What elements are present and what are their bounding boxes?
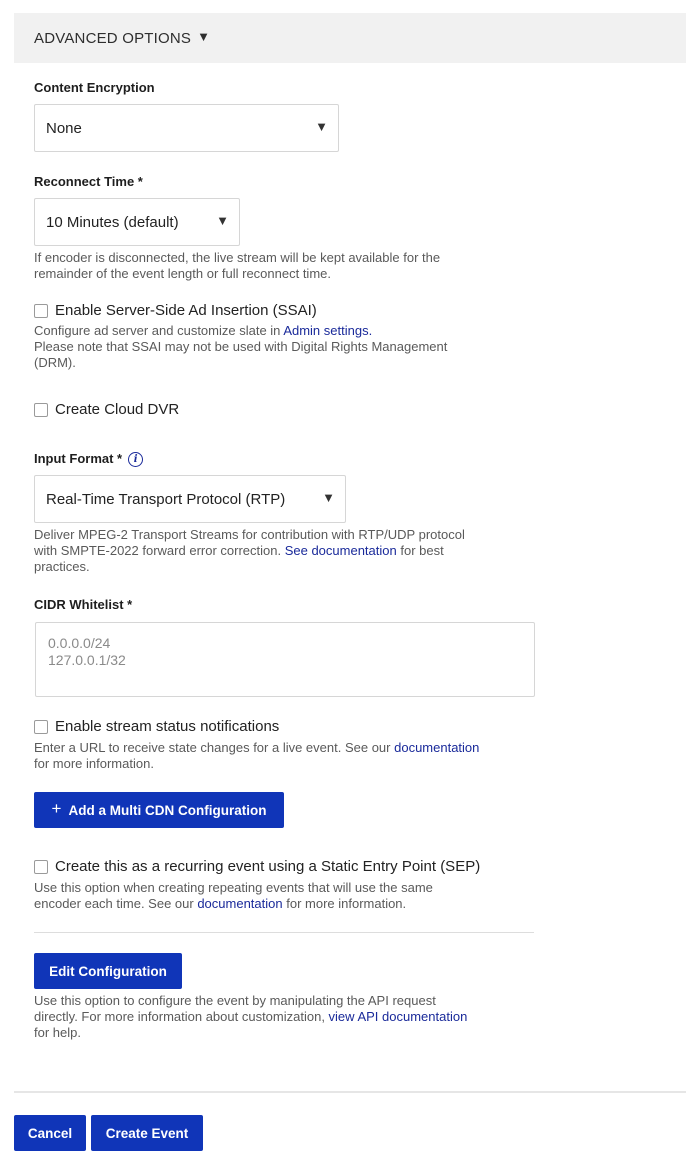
ssai-help: Configure ad server and customize slate …	[34, 323, 448, 370]
see-documentation-link[interactable]: See documentation	[285, 543, 397, 558]
plus-icon: +	[51, 799, 62, 818]
caret-down-icon: ▼	[197, 28, 211, 44]
cloud-dvr-option: Create Cloud DVR	[34, 401, 179, 418]
sep-label: Create this as a recurring event using a…	[55, 858, 481, 875]
info-icon[interactable]: i	[128, 452, 144, 468]
notifications-help: Enter a URL to receive state changes for…	[34, 740, 480, 771]
edit-configuration-help: Use this option to configure the event b…	[34, 993, 468, 1040]
input-format-help: Deliver MPEG-2 Transport Streams for con…	[34, 527, 465, 574]
dropdown-arrow-icon: ▼	[315, 119, 328, 134]
notifications-checkbox[interactable]	[34, 719, 48, 734]
cidr-whitelist-textarea[interactable]: 0.0.0.0/24 127.0.0.1/32	[35, 622, 535, 697]
admin-settings-link[interactable]: Admin settings.	[283, 323, 372, 338]
ssai-label: Enable Server-Side Ad Insertion (SSAI)	[55, 302, 317, 319]
api-documentation-link[interactable]: view API documentation	[329, 1009, 468, 1024]
advanced-options-title: ADVANCED OPTIONS	[34, 29, 192, 47]
section-divider	[34, 932, 534, 933]
sep-checkbox[interactable]	[34, 859, 48, 874]
input-format-select[interactable]: Real-Time Transport Protocol (RTP) ▼	[34, 475, 346, 523]
sep-documentation-link[interactable]: documentation	[197, 896, 282, 911]
input-format-value: Real-Time Transport Protocol (RTP)	[46, 490, 286, 508]
notifications-option: Enable stream status notifications	[34, 718, 279, 735]
content-encryption-select[interactable]: None ▼	[34, 104, 339, 152]
ssai-checkbox[interactable]	[34, 303, 48, 318]
edit-configuration-button[interactable]: Edit Configuration	[34, 953, 182, 989]
input-format-label-row: Input Format * i	[34, 451, 144, 468]
reconnect-time-select[interactable]: 10 Minutes (default) ▼	[34, 198, 240, 246]
cloud-dvr-checkbox[interactable]	[34, 402, 48, 417]
create-event-button[interactable]: Create Event	[91, 1115, 203, 1151]
notifications-label: Enable stream status notifications	[55, 718, 280, 735]
dropdown-arrow-icon: ▼	[322, 490, 335, 505]
cidr-placeholder-line: 0.0.0.0/24	[48, 635, 111, 651]
dropdown-arrow-icon: ▼	[216, 213, 229, 228]
cloud-dvr-label: Create Cloud DVR	[55, 401, 180, 418]
add-multi-cdn-button[interactable]: + Add a Multi CDN Configuration	[34, 792, 284, 828]
ssai-option: Enable Server-Side Ad Insertion (SSAI)	[34, 302, 317, 319]
input-format-label: Input Format *	[34, 451, 123, 466]
reconnect-time-help: If encoder is disconnected, the live str…	[34, 250, 441, 281]
reconnect-time-label: Reconnect Time *	[34, 174, 143, 189]
sep-option: Create this as a recurring event using a…	[34, 858, 480, 875]
sep-help: Use this option when creating repeating …	[34, 880, 433, 911]
cidr-placeholder-line: 127.0.0.1/32	[48, 652, 126, 668]
add-multi-cdn-label: Add a Multi CDN Configuration	[68, 802, 267, 818]
notifications-documentation-link[interactable]: documentation	[394, 740, 479, 755]
advanced-options-toggle[interactable]: ADVANCED OPTIONS ▼	[14, 13, 686, 63]
reconnect-time-value: 10 Minutes (default)	[46, 213, 179, 231]
content-encryption-label: Content Encryption	[34, 80, 155, 95]
cidr-whitelist-label: CIDR Whitelist *	[34, 597, 133, 612]
cancel-button[interactable]: Cancel	[14, 1115, 86, 1151]
footer-divider	[14, 1091, 686, 1093]
content-encryption-value: None	[46, 119, 82, 137]
